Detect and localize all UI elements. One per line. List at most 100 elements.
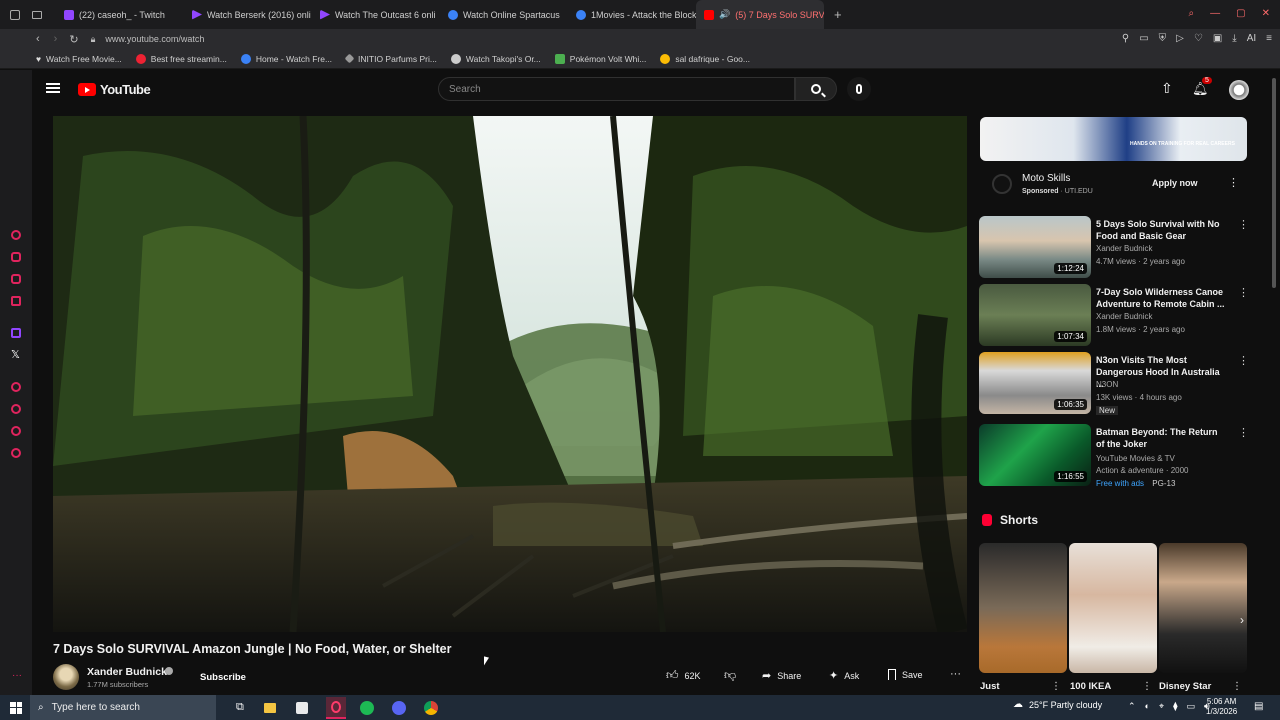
bookmark-item[interactable]: ♥ Watch Free Movie...	[36, 54, 122, 64]
store-icon[interactable]	[295, 701, 308, 714]
start-windows-icon[interactable]	[10, 701, 22, 714]
workspace-icon[interactable]	[10, 9, 20, 20]
tray-location-icon[interactable]: ⌖	[1159, 701, 1164, 712]
ask-button[interactable]: ✦ Ask	[829, 669, 859, 682]
opera-gx-icon[interactable]	[325, 696, 346, 719]
chrome-icon[interactable]	[423, 700, 438, 715]
video-thumbnail[interactable]: 1:16:55	[979, 424, 1091, 486]
sidebar-more-icon[interactable]: ···	[12, 670, 22, 681]
back-icon[interactable]: ‹	[36, 33, 40, 45]
download-icon[interactable]: ⤓	[1232, 33, 1236, 44]
bookmark-item[interactable]: Pokémon Volt Whi...	[554, 53, 646, 64]
create-upload-icon[interactable]: ⇧	[1161, 80, 1173, 97]
related-video[interactable]: 1:12:24 5 Days Solo Survival with No Foo…	[979, 216, 1249, 280]
aria-button[interactable]: AI	[1247, 33, 1256, 44]
ad-more-icon[interactable]: ⋮	[1228, 176, 1239, 189]
related-channel[interactable]: N3ON	[1096, 380, 1118, 389]
video-thumbnail[interactable]: 1:12:24	[979, 216, 1091, 278]
subscribe-button[interactable]: Subscribe	[192, 666, 254, 688]
ad-advertiser-icon[interactable]	[992, 174, 1012, 194]
ad-apply-button[interactable]: Apply now	[1152, 178, 1198, 188]
related-channel[interactable]: Xander Budnick	[1096, 244, 1152, 253]
bookmark-item[interactable]: Best free streamin...	[135, 53, 227, 64]
snapshot-icon[interactable]: ▭	[1139, 33, 1148, 44]
youtube-logo[interactable]: YouTube	[78, 82, 151, 97]
voice-search-button[interactable]	[847, 77, 871, 101]
tray-expand-icon[interactable]: ⌃	[1128, 701, 1136, 712]
tab-twitch[interactable]: (22) caseoh_ - Twitch	[56, 0, 184, 29]
related-title[interactable]: 5 Days Solo Survival with No Food and Ba…	[1096, 218, 1226, 242]
short-more-icon[interactable]: ⋮	[1142, 681, 1152, 692]
sidebar-settings-icon[interactable]	[11, 448, 21, 458]
sidebar-twitch-icon[interactable]	[11, 328, 21, 338]
tray-app-icon[interactable]: ◐	[1145, 701, 1150, 712]
menu-icon[interactable]: ≡	[1266, 33, 1272, 44]
short-title[interactable]: Disney Star	[1159, 681, 1211, 692]
page-scrollbar[interactable]	[1272, 78, 1276, 288]
short-card[interactable]	[979, 543, 1067, 673]
related-more-icon[interactable]: ⋮	[1238, 286, 1249, 299]
search-button[interactable]	[795, 77, 837, 101]
close-icon[interactable]: ✕	[1262, 8, 1270, 19]
reload-icon[interactable]: ↻	[69, 33, 78, 46]
notifications-button[interactable]: 🔔︎ 5	[1192, 77, 1212, 98]
related-video[interactable]: 1:07:34 7-Day Solo Wilderness Canoe Adve…	[979, 284, 1249, 348]
ad-advertiser-name[interactable]: Moto Skills	[1022, 173, 1070, 184]
player-icon[interactable]: ▷	[1176, 33, 1184, 44]
maximize-icon[interactable]: ▢	[1236, 8, 1245, 19]
like-button[interactable]: 👍︎ 62K	[666, 668, 701, 683]
tab-outcast[interactable]: Watch The Outcast 6 onli	[312, 0, 440, 29]
new-tab-button[interactable]: +	[834, 7, 842, 22]
short-title[interactable]: 100 IKEA	[1070, 681, 1111, 692]
bookmark-item[interactable]: sal dafrique - Goo...	[660, 53, 750, 64]
sidebar-history-icon[interactable]	[11, 404, 21, 414]
video-thumbnail[interactable]: 1:06:35	[979, 352, 1091, 414]
related-video[interactable]: 1:16:55 Batman Beyond: The Return of the…	[979, 424, 1249, 488]
short-more-icon[interactable]: ⋮	[1051, 681, 1061, 692]
bookmark-item[interactable]: INITIO Parfums Pri...	[344, 54, 437, 64]
avatar[interactable]	[1229, 80, 1249, 100]
tray-network-icon[interactable]: ▭	[1187, 701, 1196, 712]
sidebar-spotify-icon[interactable]	[11, 382, 21, 392]
related-video[interactable]: 1:06:35 N3on Visits The Most Dangerous H…	[979, 352, 1249, 416]
notification-center-icon[interactable]: ▤	[1254, 701, 1263, 712]
hamburger-menu-icon[interactable]	[46, 83, 60, 93]
spotify-icon[interactable]	[359, 700, 374, 715]
tab-berserk[interactable]: Watch Berserk (2016) onli	[184, 0, 312, 29]
related-title[interactable]: 7-Day Solo Wilderness Canoe Adventure to…	[1096, 286, 1226, 310]
tab-list-icon[interactable]	[32, 10, 42, 19]
minimize-icon[interactable]: —	[1210, 8, 1220, 19]
save-button[interactable]: Save	[888, 669, 923, 680]
search-box[interactable]: Search	[438, 77, 795, 101]
forward-icon[interactable]: ›	[54, 33, 58, 45]
short-title[interactable]: Just	[980, 681, 1000, 692]
channel-name[interactable]: Xander Budnick	[87, 666, 167, 678]
ad-banner[interactable]: HANDS ON TRAINING FOR REAL CAREERS	[980, 117, 1247, 161]
short-more-icon[interactable]: ⋮	[1232, 681, 1242, 692]
heart-icon[interactable]: ♡	[1194, 33, 1203, 44]
sidebar-extensions-icon[interactable]	[11, 426, 21, 436]
channel-avatar[interactable]	[53, 664, 79, 690]
video-player[interactable]	[53, 116, 967, 632]
tab-1movies[interactable]: 1Movies - Attack the Block	[568, 0, 696, 29]
bookmark-item[interactable]: Watch Takopi's Or...	[450, 53, 541, 64]
short-card[interactable]	[1159, 543, 1247, 673]
video-thumbnail[interactable]: 1:07:34	[979, 284, 1091, 346]
tab-youtube-active[interactable]: 🔊 (5) 7 Days Solo SURVI	[696, 0, 824, 29]
share-button[interactable]: ➦ Share	[762, 669, 801, 682]
more-actions-icon[interactable]: ···	[950, 668, 961, 680]
tray-mic-icon[interactable]: ⧫	[1173, 701, 1177, 712]
search-input[interactable]: Search	[449, 84, 481, 95]
related-title[interactable]: Batman Beyond: The Return of the Joker	[1096, 426, 1226, 450]
sidebar-x-icon[interactable]: 𝕏	[11, 348, 20, 361]
clock[interactable]: 5:06 AM 1/3/2026	[1206, 697, 1237, 717]
tab-spartacus[interactable]: Watch Online Spartacus	[440, 0, 568, 29]
related-more-icon[interactable]: ⋮	[1238, 218, 1249, 231]
pin-icon[interactable]: ⚲	[1122, 33, 1129, 44]
related-more-icon[interactable]: ⋮	[1238, 426, 1249, 439]
shield-icon[interactable]: ⛨	[1159, 33, 1167, 44]
related-more-icon[interactable]: ⋮	[1238, 354, 1249, 367]
sidebar-music-icon[interactable]	[11, 296, 21, 306]
url-field[interactable]: www.youtube.com/watch	[105, 34, 204, 44]
wallet-icon[interactable]: ▣	[1213, 33, 1222, 44]
